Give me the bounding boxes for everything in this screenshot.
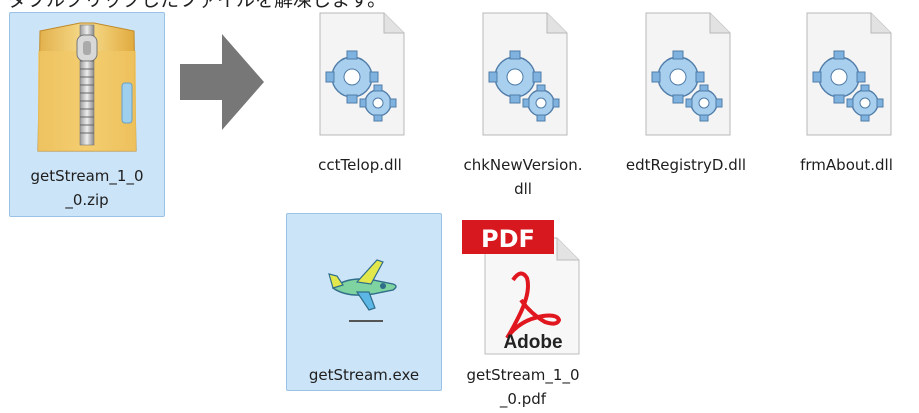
file-name-line1: getStream_1_0 xyxy=(466,366,580,384)
file-item[interactable]: cctTelop.dll xyxy=(285,8,435,204)
file-name-line1: frmAbout.dll xyxy=(800,156,893,174)
dll-gear-icon xyxy=(319,12,405,136)
file-name-line2: dll xyxy=(514,180,532,198)
zip-file-item[interactable]: getStream_1_0 _0.zip xyxy=(9,12,165,217)
file-name-line1: getStream_1_0 xyxy=(30,167,144,185)
file-item[interactable]: frmAbout.dll xyxy=(774,8,919,204)
file-item-selected[interactable]: getStream.exe xyxy=(286,213,442,391)
file-name-line1: getStream.exe xyxy=(308,366,420,384)
zip-folder-icon xyxy=(37,22,137,152)
right-arrow-icon xyxy=(180,34,264,130)
file-item[interactable]: PDF Adobe getStream_1_0 _0.pdf xyxy=(448,213,598,413)
pdf-badge-text: PDF xyxy=(481,225,535,253)
adobe-brand-text: Adobe xyxy=(503,332,562,353)
file-item[interactable]: edtRegistryD.dll xyxy=(611,8,761,204)
file-item[interactable]: chkNewVersion. dll xyxy=(448,8,598,204)
pdf-icon: PDF Adobe xyxy=(462,220,580,355)
file-name-line2: _0.pdf xyxy=(499,390,547,408)
dll-gear-icon xyxy=(806,12,892,136)
file-name-line1: edtRegistryD.dll xyxy=(625,156,747,174)
extracted-files-pane: cctTelop.dll chkNewVersion. dll edtRegis… xyxy=(276,8,919,412)
dll-gear-icon xyxy=(482,12,568,136)
dll-gear-icon xyxy=(645,12,731,136)
file-name-line1: chkNewVersion. xyxy=(463,156,583,174)
airplane-exe-icon xyxy=(328,259,397,322)
file-name-line1: cctTelop.dll xyxy=(318,156,402,174)
file-name-line2: _0.zip xyxy=(65,191,109,209)
